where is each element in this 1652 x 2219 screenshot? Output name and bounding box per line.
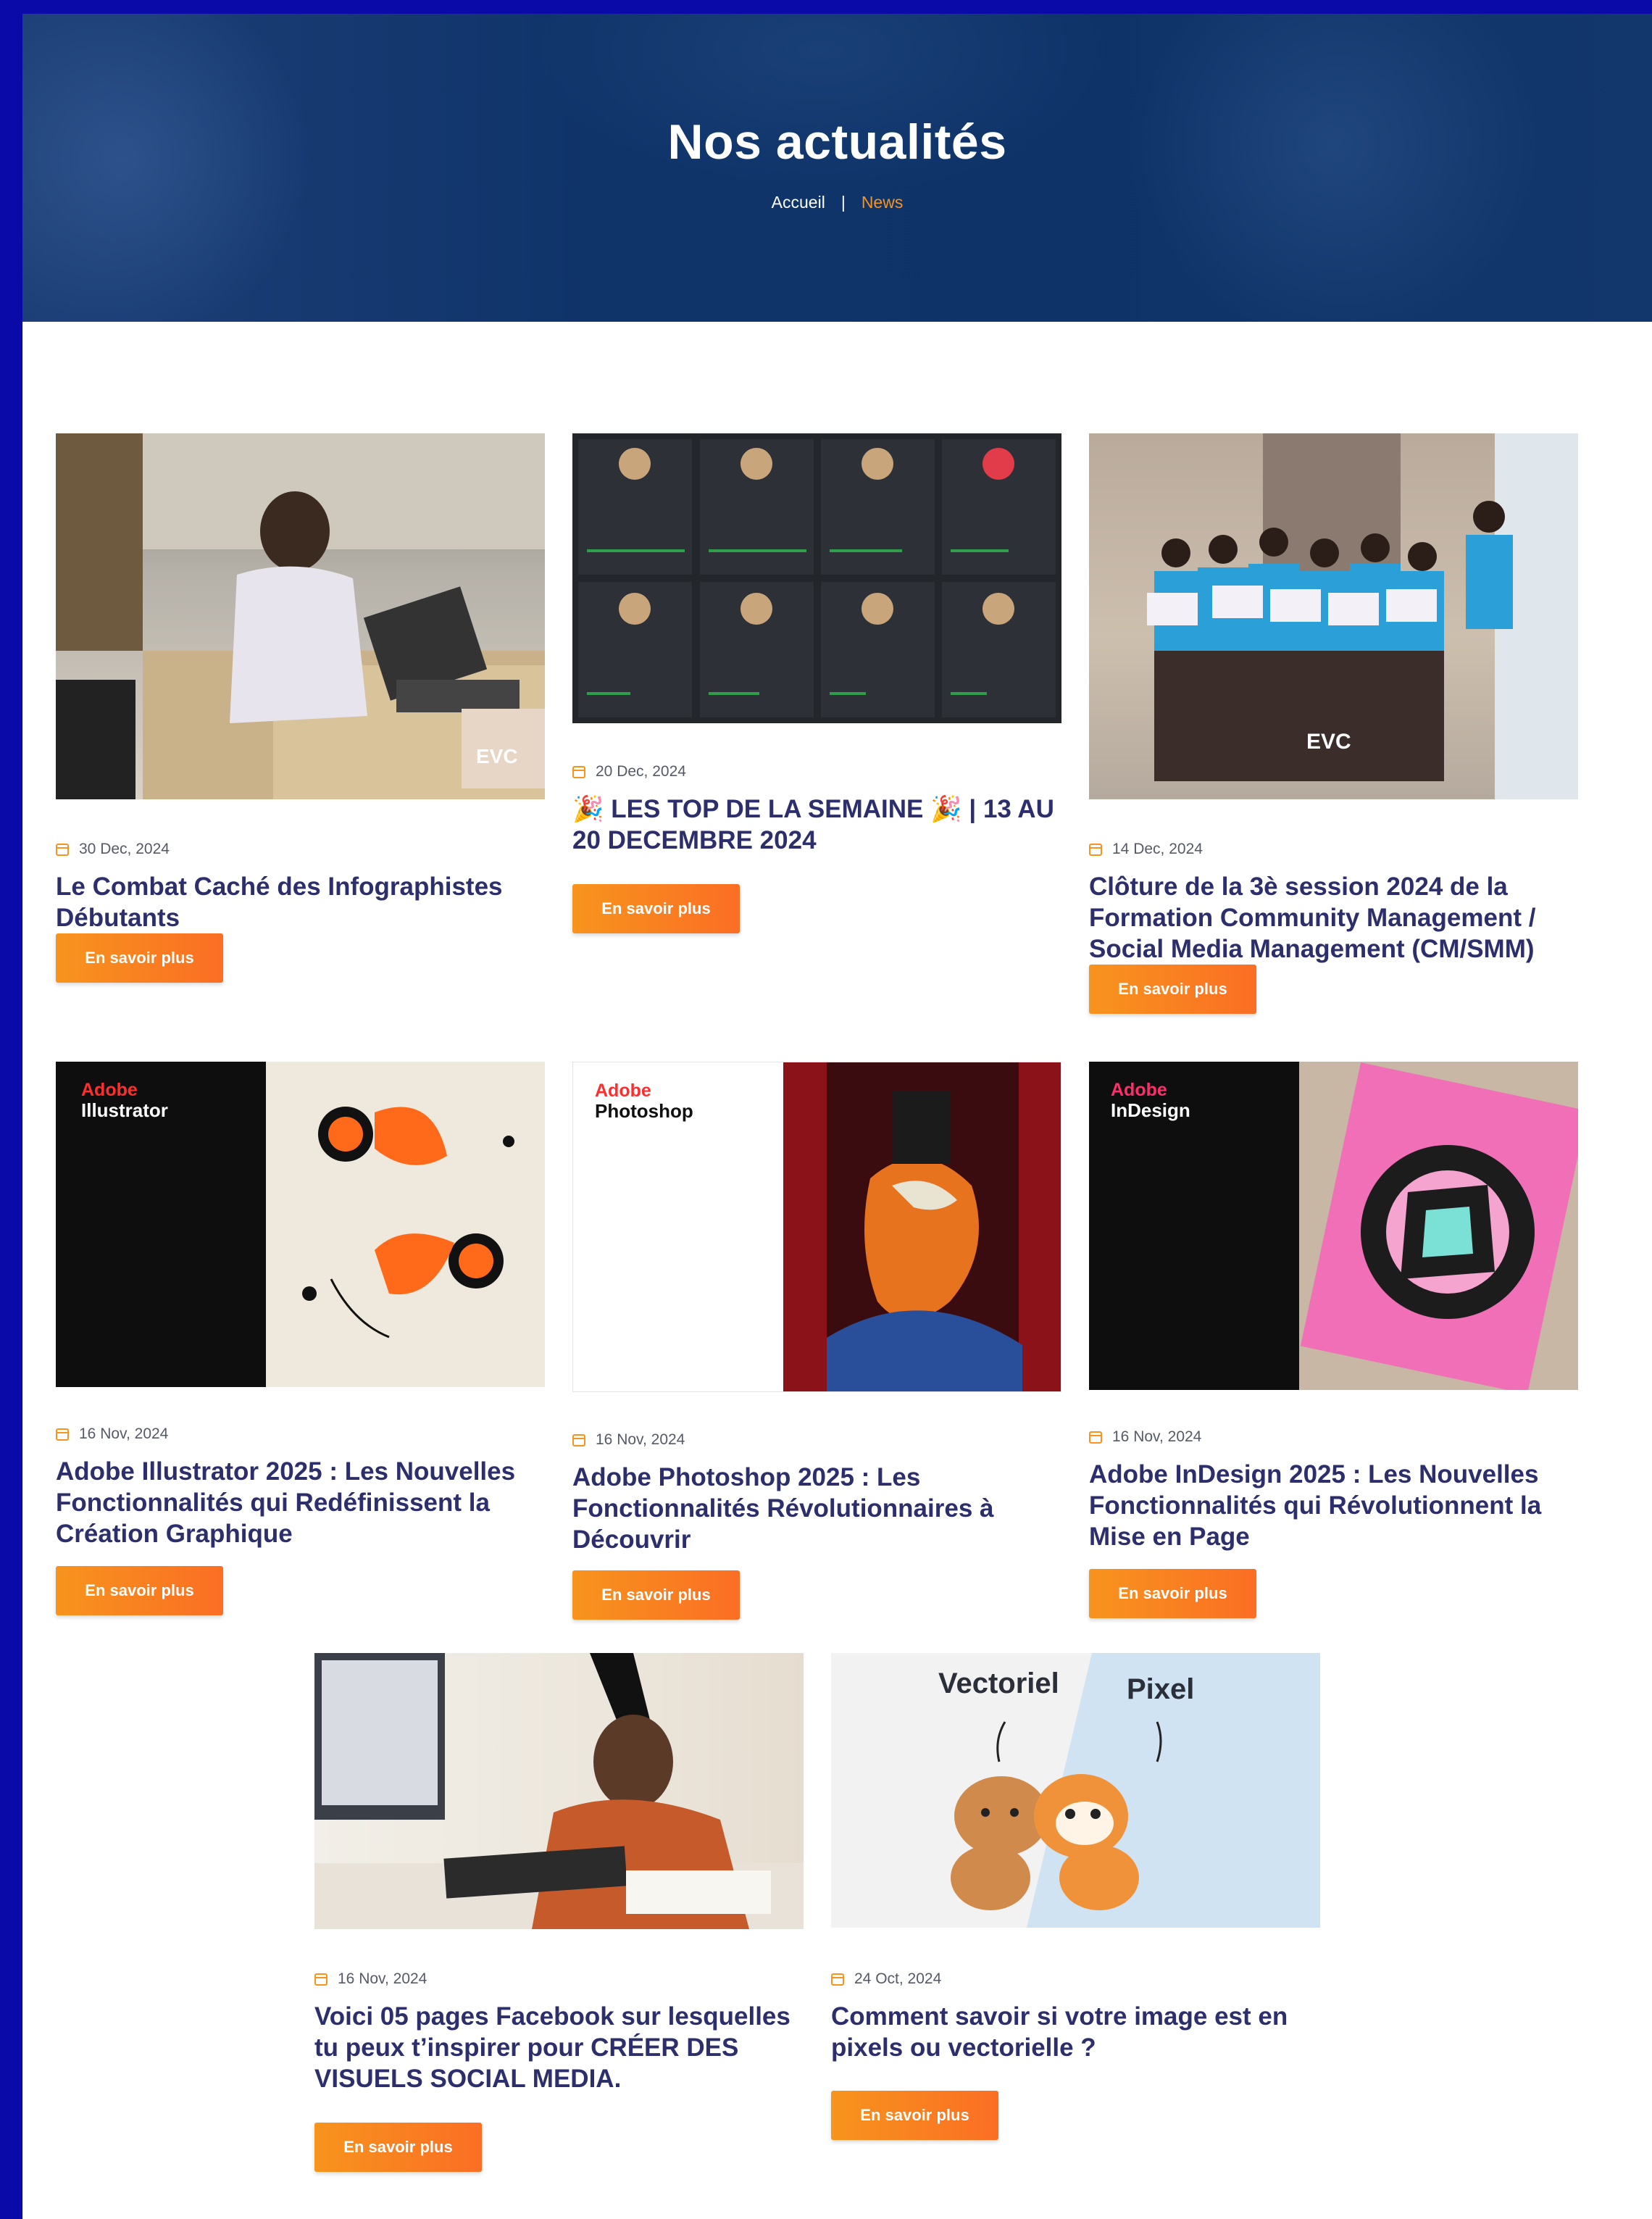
post-image[interactable]: EVC: [56, 433, 545, 799]
breadcrumb-home-link[interactable]: Accueil: [772, 193, 825, 212]
breadcrumb: Accueil | News: [22, 193, 1652, 212]
post-title[interactable]: Clôture de la 3è session 2024 de la Form…: [1089, 871, 1578, 965]
breadcrumb-separator: |: [840, 193, 846, 212]
breadcrumb-current: News: [861, 193, 904, 212]
post-date: 16 Nov, 2024: [1089, 1428, 1201, 1446]
post-date: 14 Dec, 2024: [1089, 841, 1203, 858]
post-date: 16 Nov, 2024: [314, 1970, 427, 1988]
read-more-button[interactable]: En savoir plus: [572, 884, 740, 933]
post-title[interactable]: Comment savoir si votre image est en pix…: [831, 2001, 1320, 2063]
read-more-button[interactable]: En savoir plus: [314, 2123, 482, 2172]
read-more-button[interactable]: En savoir plus: [1089, 965, 1256, 1014]
post-date: 24 Oct, 2024: [831, 1970, 941, 1988]
read-more-button[interactable]: En savoir plus: [1089, 1569, 1256, 1618]
post-date: 16 Nov, 2024: [572, 1431, 685, 1449]
post-date: 30 Dec, 2024: [56, 841, 170, 858]
calendar-icon: [831, 1973, 844, 1986]
splash-brand: Adobe: [595, 1081, 651, 1101]
post-title[interactable]: Adobe Illustrator 2025 : Les Nouvelles F…: [56, 1456, 545, 1549]
post-image[interactable]: Vectoriel Pixel: [831, 1653, 1320, 1928]
svg-text:EVC: EVC: [476, 745, 518, 767]
post-title[interactable]: 🎉 LES TOP DE LA SEMAINE 🎉 | 13 AU 20 DEC…: [572, 794, 1061, 856]
calendar-icon: [314, 1973, 328, 1986]
svg-text:EVC: EVC: [1306, 730, 1351, 754]
post-image[interactable]: EVC: [1089, 433, 1578, 799]
page-hero: Nos actualités Accueil | News: [22, 14, 1652, 322]
post-date: 20 Dec, 2024: [572, 763, 686, 780]
post-image[interactable]: Adobe Illustrator: [56, 1062, 545, 1387]
post-title[interactable]: Adobe Photoshop 2025 : Les Fonctionnalit…: [572, 1462, 1061, 1555]
page-title: Nos actualités: [667, 115, 1007, 170]
read-more-button[interactable]: En savoir plus: [831, 2091, 998, 2140]
calendar-icon: [572, 1433, 585, 1446]
calendar-icon: [56, 1428, 69, 1441]
calendar-icon: [1089, 1431, 1102, 1444]
post-title[interactable]: Le Combat Caché des Infographistes Début…: [56, 871, 545, 933]
post-title[interactable]: Voici 05 pages Facebook sur lesquelles t…: [314, 2001, 804, 2094]
splash-brand: Adobe: [81, 1080, 138, 1100]
read-more-button[interactable]: En savoir plus: [572, 1570, 740, 1620]
splash-product: Photoshop: [595, 1100, 693, 1122]
page: Nos actualités Accueil | News EVC 30 Dec, …: [22, 14, 1652, 2219]
splash-product: Illustrator: [81, 1099, 168, 1121]
post-title[interactable]: Adobe InDesign 2025 : Les Nouvelles Fonc…: [1089, 1459, 1578, 1552]
art-label-pixel: Pixel: [1127, 1673, 1195, 1705]
post-image[interactable]: [572, 433, 1061, 723]
calendar-icon: [572, 765, 585, 778]
calendar-icon: [56, 843, 69, 856]
read-more-button[interactable]: En savoir plus: [56, 933, 223, 983]
post-image[interactable]: Adobe Photoshop: [572, 1062, 1061, 1392]
post-image[interactable]: [314, 1653, 804, 1929]
calendar-icon: [1089, 843, 1102, 856]
post-image[interactable]: Adobe InDesign: [1089, 1062, 1578, 1390]
splash-brand: Adobe: [1111, 1080, 1167, 1100]
post-date: 16 Nov, 2024: [56, 1425, 168, 1443]
splash-product: InDesign: [1111, 1099, 1190, 1121]
read-more-button[interactable]: En savoir plus: [56, 1566, 223, 1615]
art-label-vector: Vectoriel: [938, 1668, 1059, 1699]
